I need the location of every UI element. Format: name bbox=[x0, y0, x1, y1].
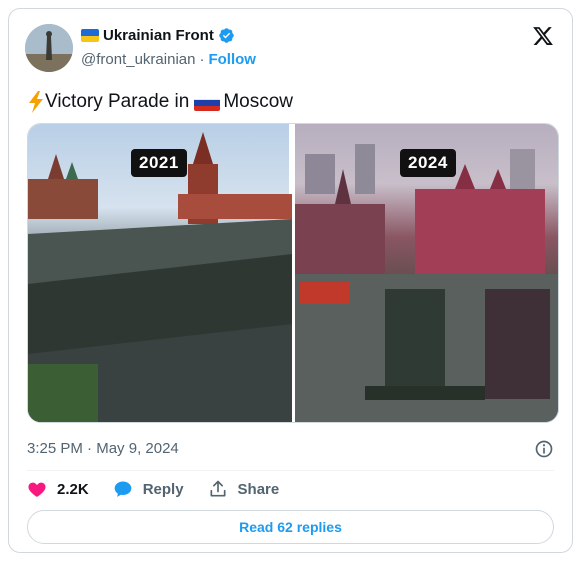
verified-badge-icon bbox=[219, 28, 234, 43]
author-handle[interactable]: @front_ukrainian bbox=[81, 51, 195, 68]
tweet-card: Ukrainian Front @front_ukrainian · Follow … bbox=[8, 8, 573, 553]
tweet-timestamp[interactable]: 3:25 PM · May 9, 2024 bbox=[27, 440, 179, 457]
tweet-text-part1: Victory Parade in bbox=[45, 91, 190, 112]
russia-flag-icon bbox=[194, 93, 221, 111]
like-count: 2.2K bbox=[57, 480, 89, 498]
reply-label: Reply bbox=[142, 480, 184, 498]
info-icon[interactable] bbox=[534, 439, 554, 459]
share-icon bbox=[210, 480, 226, 497]
year-label-right: 2024 bbox=[400, 149, 456, 177]
avatar[interactable] bbox=[25, 24, 73, 72]
handle-row: @front_ukrainian · Follow bbox=[81, 51, 256, 68]
tweet-text-part2: Moscow bbox=[223, 91, 294, 112]
heart-icon bbox=[28, 482, 46, 497]
action-bar: 2.2K Reply Share bbox=[27, 479, 303, 499]
display-name[interactable]: Ukrainian Front bbox=[103, 27, 214, 44]
reply-button[interactable]: Reply bbox=[113, 479, 184, 499]
photo-2021[interactable]: 2021 bbox=[28, 124, 292, 422]
like-button[interactable]: 2.2K bbox=[27, 479, 89, 499]
tweet-media[interactable]: 2021 2024 bbox=[27, 123, 559, 423]
tweet-text: Victory Parade in Moscow bbox=[27, 91, 293, 113]
share-label: Share bbox=[237, 480, 280, 498]
follow-button[interactable]: Follow bbox=[208, 51, 256, 68]
tweet-date: May 9, 2024 bbox=[96, 440, 179, 457]
ukraine-flag-icon bbox=[81, 29, 99, 42]
lightning-icon bbox=[29, 91, 43, 113]
read-replies-button[interactable]: Read 62 replies bbox=[27, 510, 554, 544]
tweet-time: 3:25 PM bbox=[27, 440, 83, 457]
meta-separator: · bbox=[87, 440, 93, 457]
author-name-row: Ukrainian Front bbox=[81, 27, 235, 44]
x-logo-icon[interactable] bbox=[532, 25, 554, 47]
share-button[interactable]: Share bbox=[208, 479, 280, 499]
reply-bubble-icon bbox=[114, 481, 132, 497]
year-label-left: 2021 bbox=[131, 149, 187, 177]
photo-2024[interactable]: 2024 bbox=[295, 124, 558, 422]
dot-separator: · bbox=[199, 51, 205, 68]
divider-line bbox=[27, 470, 554, 471]
